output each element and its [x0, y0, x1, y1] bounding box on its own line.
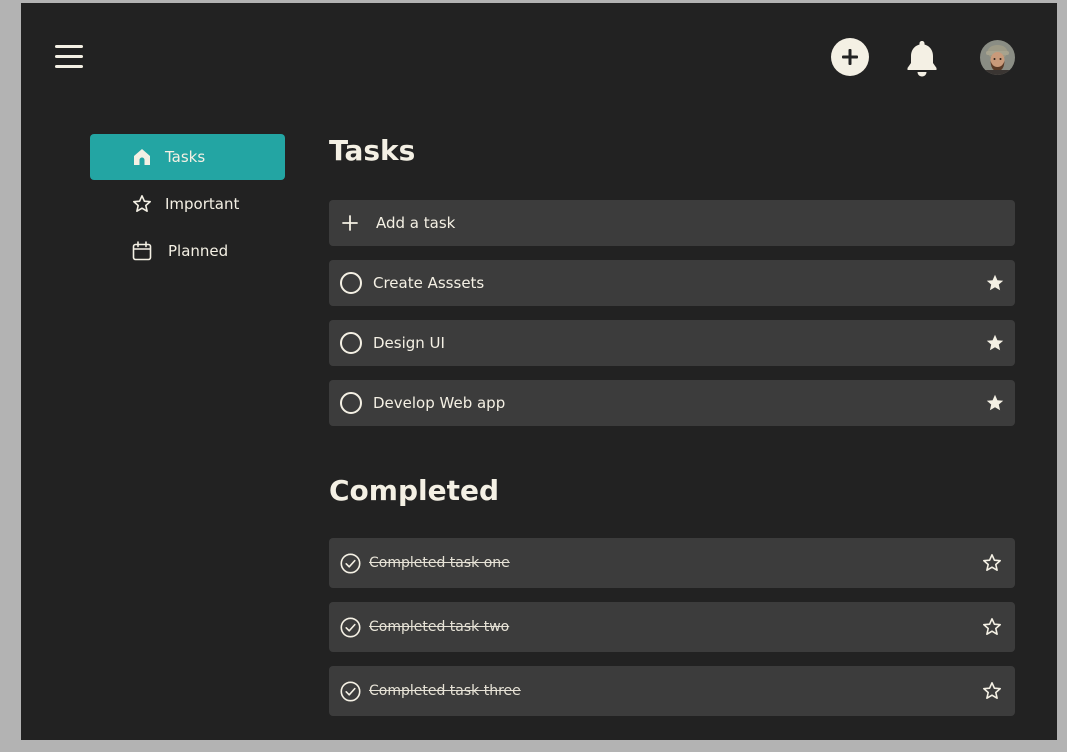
star-outline-icon [133, 195, 151, 212]
star-outline-icon[interactable] [982, 681, 1002, 701]
star-outline-icon[interactable] [982, 553, 1002, 573]
sidebar: Tasks Important Planned [90, 134, 285, 275]
completed-task-item[interactable]: Completed task three [329, 666, 1015, 716]
star-filled-icon[interactable] [985, 333, 1005, 353]
hamburger-menu-icon[interactable] [53, 43, 85, 71]
menu-line [55, 55, 83, 58]
avatar[interactable] [980, 40, 1015, 75]
task-item[interactable]: Design UI [329, 320, 1015, 366]
star-filled-icon[interactable] [985, 273, 1005, 293]
calendar-icon [132, 241, 152, 261]
add-button[interactable] [831, 38, 869, 76]
sidebar-item-important[interactable]: Important [90, 181, 285, 227]
app-window: Tasks Important Planned Tasks Add a task… [21, 3, 1057, 740]
sidebar-item-label: Important [165, 195, 240, 213]
complete-checkbox[interactable] [340, 332, 362, 354]
task-title: Create Asssets [373, 274, 485, 292]
completed-task-item[interactable]: Completed task one [329, 538, 1015, 588]
check-circle-icon[interactable] [340, 681, 361, 702]
plus-icon [842, 49, 858, 65]
task-title: Develop Web app [373, 394, 506, 412]
task-item[interactable]: Create Asssets [329, 260, 1015, 306]
avatar-image [980, 40, 1015, 75]
task-item[interactable]: Develop Web app [329, 380, 1015, 426]
menu-line [55, 45, 83, 48]
completed-list: Completed task one Completed task two Co… [329, 538, 1015, 716]
home-icon [134, 149, 150, 165]
check-circle-icon[interactable] [340, 553, 361, 574]
sidebar-item-planned[interactable]: Planned [90, 228, 285, 274]
page-title: Tasks [329, 134, 416, 167]
add-task-input[interactable]: Add a task [329, 200, 1015, 246]
notifications-button[interactable] [901, 37, 943, 79]
complete-checkbox[interactable] [340, 272, 362, 294]
sidebar-item-label: Planned [168, 242, 229, 260]
task-title: Completed task three [369, 683, 521, 699]
plus-icon [342, 215, 358, 231]
complete-checkbox[interactable] [340, 392, 362, 414]
sidebar-item-tasks[interactable]: Tasks [90, 134, 285, 180]
menu-line [55, 65, 83, 68]
completed-task-item[interactable]: Completed task two [329, 602, 1015, 652]
completed-title: Completed [329, 474, 500, 507]
task-title: Design UI [373, 334, 445, 352]
task-title: Completed task one [369, 555, 510, 571]
main-content: Tasks Add a task Create Asssets Design U… [329, 133, 1015, 730]
check-circle-icon[interactable] [340, 617, 361, 638]
task-title: Completed task two [369, 619, 510, 635]
star-outline-icon[interactable] [982, 617, 1002, 637]
add-task-placeholder: Add a task [376, 214, 456, 232]
star-filled-icon[interactable] [985, 393, 1005, 413]
sidebar-item-label: Tasks [165, 148, 206, 166]
bell-icon [907, 41, 937, 77]
